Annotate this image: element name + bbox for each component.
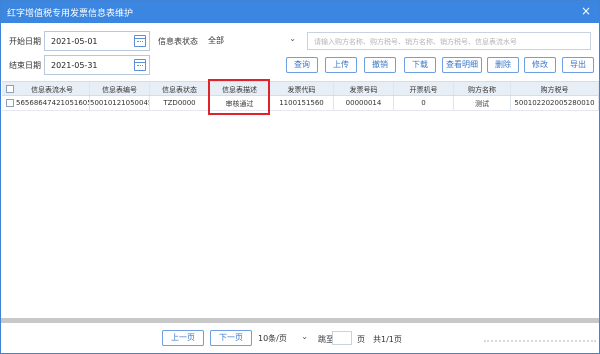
- cell-status: TZD0000: [150, 96, 210, 110]
- download-button[interactable]: 下载: [404, 57, 436, 73]
- cell-invoice-number: 00000014: [334, 96, 394, 110]
- status-select-value: 全部: [208, 36, 224, 45]
- chevron-down-icon: ⌄: [301, 332, 308, 341]
- select-all-checkbox[interactable]: [6, 85, 14, 93]
- horizontal-scrollbar[interactable]: [1, 318, 599, 323]
- cell-buyer-tax-id: 500102202005280010: [511, 96, 599, 110]
- column-header[interactable]: 信息表状态: [150, 82, 210, 95]
- page-total: 共1/1页: [373, 335, 402, 344]
- dialog-window: 红字增值税专用发票信息表维护 × 开始日期 2021-05-01 信息表状态 全…: [0, 0, 600, 354]
- column-header[interactable]: 发票代码: [270, 82, 334, 95]
- start-date-value: 2021-05-01: [51, 37, 98, 46]
- title-bar: 红字增值税专用发票信息表维护 ×: [1, 1, 599, 23]
- cell-serial: 565686474210516054: [15, 96, 90, 110]
- search-input[interactable]: 请输入购方名称、购方税号、销方名称、销方税号、信息表流水号: [307, 32, 591, 50]
- cell-buyer-name: 测试: [454, 96, 511, 110]
- column-header[interactable]: 信息表编号: [90, 82, 150, 95]
- search-placeholder: 请输入购方名称、购方税号、销方名称、销方税号、信息表流水号: [314, 38, 517, 46]
- table-header: 信息表流水号 信息表编号 信息表状态 信息表描述 发票代码 发票号码 开票机号 …: [2, 82, 599, 96]
- end-date-label: 结束日期: [9, 61, 41, 70]
- status-select[interactable]: 全部 ⌄: [204, 31, 298, 49]
- modify-button[interactable]: 修改: [524, 57, 556, 73]
- page-size-value: 10条/页: [258, 334, 287, 343]
- end-date-value: 2021-05-31: [51, 61, 98, 70]
- delete-button[interactable]: 删除: [487, 57, 519, 73]
- view-detail-button[interactable]: 查看明细: [442, 57, 482, 73]
- chevron-down-icon: ⌄: [289, 34, 296, 43]
- column-header[interactable]: 信息表流水号: [15, 82, 90, 95]
- export-button[interactable]: 导出: [562, 57, 594, 73]
- prev-page-button[interactable]: 上一页: [162, 330, 204, 346]
- calendar-icon[interactable]: [134, 59, 146, 71]
- table-row[interactable]: 565686474210516054 5001012105004582 TZD0…: [2, 96, 599, 111]
- revoke-button[interactable]: 撤销: [364, 57, 396, 73]
- cell-invoice-code: 1100151560: [270, 96, 334, 110]
- cell-machine-no: 0: [394, 96, 454, 110]
- page-unit-label: 页: [357, 335, 365, 344]
- page-number-input[interactable]: [332, 331, 352, 345]
- column-header[interactable]: 发票号码: [334, 82, 394, 95]
- page-size-select[interactable]: 10条/页 ⌄: [258, 332, 310, 346]
- next-page-button[interactable]: 下一页: [210, 330, 252, 346]
- column-header[interactable]: 开票机号: [394, 82, 454, 95]
- window-title: 红字增值税专用发票信息表维护: [7, 9, 134, 19]
- upload-button[interactable]: 上传: [325, 57, 357, 73]
- close-icon[interactable]: ×: [581, 4, 591, 18]
- start-date-field[interactable]: 2021-05-01: [44, 31, 150, 51]
- cell-number: 5001012105004582: [90, 96, 150, 110]
- start-date-label: 开始日期: [9, 37, 41, 46]
- status-label: 信息表状态: [158, 37, 198, 46]
- resize-grip: [484, 340, 596, 342]
- row-checkbox[interactable]: [6, 99, 14, 107]
- invoice-table: 信息表流水号 信息表编号 信息表状态 信息表描述 发票代码 发票号码 开票机号 …: [2, 81, 599, 321]
- calendar-icon[interactable]: [134, 35, 146, 47]
- column-header[interactable]: 信息表描述: [210, 82, 270, 95]
- column-header[interactable]: 购方税号: [511, 82, 599, 95]
- query-button[interactable]: 查询: [286, 57, 318, 73]
- cell-description: 审核通过: [210, 96, 270, 110]
- column-header[interactable]: 购方名称: [454, 82, 511, 95]
- end-date-field[interactable]: 2021-05-31: [44, 55, 150, 75]
